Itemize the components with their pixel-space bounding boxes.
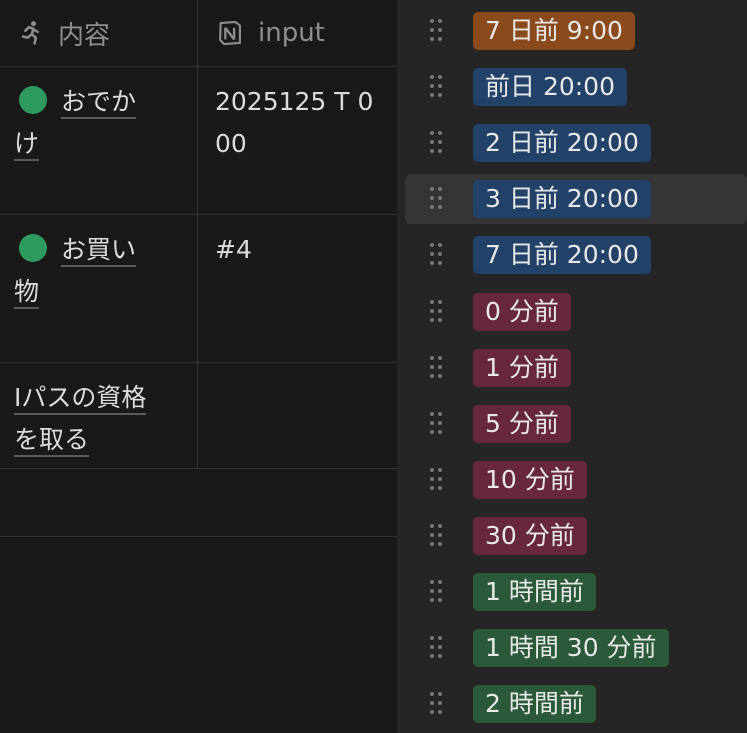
- dropdown-option[interactable]: 0 分前: [405, 287, 747, 337]
- input-cell[interactable]: 2025125 T 000: [198, 67, 397, 214]
- dropdown-option[interactable]: 1 分前: [405, 343, 747, 393]
- column-header-content[interactable]: 内容: [0, 0, 198, 67]
- row-title-line1[interactable]: おでか: [61, 87, 137, 119]
- column-header-input[interactable]: input: [198, 0, 397, 67]
- dropdown-option[interactable]: 7 日前 9:00: [405, 6, 747, 56]
- option-tag[interactable]: 前日 20:00: [473, 68, 627, 107]
- dropdown-option[interactable]: 30 分前: [405, 511, 747, 561]
- option-tag[interactable]: 3 日前 20:00: [473, 180, 651, 219]
- status-dot-icon: [19, 86, 47, 114]
- dropdown-option[interactable]: 1 時間前: [405, 567, 747, 617]
- drag-handle-icon[interactable]: [430, 19, 444, 43]
- notion-logo-icon: [219, 20, 241, 46]
- table-row[interactable]: おでか け 2025125 T 000: [0, 67, 397, 215]
- dropdown-option[interactable]: 1 時間 30 分前: [405, 623, 747, 673]
- content-cell[interactable]: おでか け: [0, 67, 198, 214]
- option-tag[interactable]: 10 分前: [473, 460, 587, 499]
- option-tag[interactable]: 30 分前: [473, 516, 587, 555]
- drag-handle-icon[interactable]: [430, 636, 444, 660]
- row-title-line2[interactable]: を取る: [14, 425, 90, 457]
- option-tag[interactable]: 7 日前 20:00: [473, 236, 651, 275]
- option-tag[interactable]: 7 日前 9:00: [473, 12, 635, 50]
- status-dot-icon: [19, 234, 47, 262]
- dropdown-option[interactable]: 10 分前: [405, 455, 747, 505]
- row-title-line2[interactable]: け: [14, 129, 40, 161]
- option-tag[interactable]: 0 分前: [473, 292, 571, 331]
- drag-handle-icon[interactable]: [430, 243, 444, 267]
- row-title-line1[interactable]: Iパスの資格: [14, 383, 147, 415]
- dropdown-option[interactable]: 2 時間前: [405, 679, 747, 729]
- drag-handle-icon[interactable]: [430, 131, 444, 155]
- drag-handle-icon[interactable]: [430, 467, 444, 492]
- row-title-line2[interactable]: 物: [14, 277, 40, 309]
- drag-handle-icon[interactable]: [430, 355, 444, 380]
- dropdown-option[interactable]: 前日 20:00: [405, 62, 747, 112]
- option-tag[interactable]: 1 時間前: [473, 573, 596, 611]
- option-tag[interactable]: 1 時間 30 分前: [473, 629, 669, 668]
- drag-handle-icon[interactable]: [430, 187, 444, 211]
- new-row-area[interactable]: [0, 469, 397, 537]
- column-header-label: 内容: [58, 20, 111, 51]
- option-tag[interactable]: 1 分前: [473, 348, 571, 387]
- column-header-label: input: [258, 18, 325, 48]
- option-tag[interactable]: 5 分前: [473, 404, 571, 443]
- drag-handle-icon[interactable]: [430, 523, 444, 548]
- drag-handle-icon[interactable]: [430, 75, 444, 99]
- input-cell[interactable]: #4: [198, 215, 397, 362]
- running-person-icon: [21, 21, 39, 45]
- dropdown-option[interactable]: 3 日前 20:00: [405, 174, 747, 225]
- dropdown-option[interactable]: 5 分前: [405, 399, 747, 449]
- content-cell[interactable]: Iパスの資格 を取る: [0, 363, 198, 468]
- table-row[interactable]: Iパスの資格 を取る: [0, 363, 397, 469]
- drag-handle-icon[interactable]: [430, 692, 444, 716]
- content-cell[interactable]: お買い 物: [0, 215, 198, 362]
- table-row[interactable]: お買い 物 #4: [0, 215, 397, 363]
- drag-handle-icon[interactable]: [430, 411, 444, 436]
- row-title-line1[interactable]: お買い: [61, 235, 137, 267]
- database-table: 内容 input おでか け 2025125 T 000 お買い 物 #4 Iパ…: [0, 0, 397, 733]
- dropdown-option[interactable]: 7 日前 20:00: [405, 230, 747, 280]
- input-cell[interactable]: [198, 363, 397, 468]
- select-options-dropdown: 7 日前 9:00 前日 20:00 2 日前 20:00 3 日前 20:00 7 日…: [397, 0, 747, 733]
- drag-handle-icon[interactable]: [430, 299, 444, 324]
- dropdown-option[interactable]: 2 日前 20:00: [405, 118, 747, 168]
- drag-handle-icon[interactable]: [430, 580, 444, 604]
- option-tag[interactable]: 2 時間前: [473, 685, 596, 724]
- option-tag[interactable]: 2 日前 20:00: [473, 124, 651, 163]
